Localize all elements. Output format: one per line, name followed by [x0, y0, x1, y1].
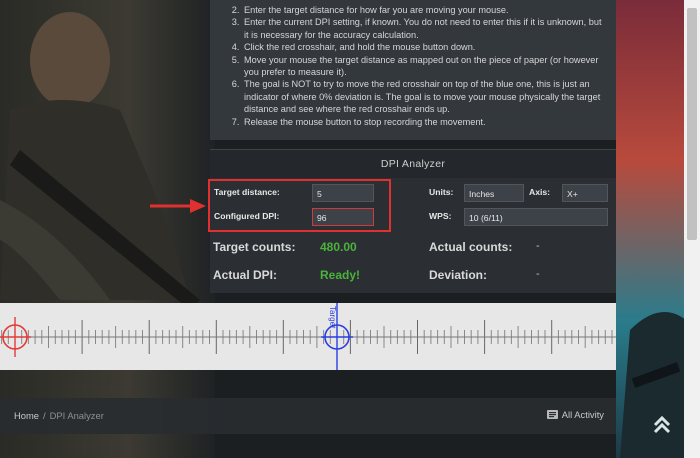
activity-feed-icon — [546, 410, 558, 419]
actual-counts-label: Actual counts: — [429, 240, 513, 254]
instruction-item: Move your mouse the target distance as m… — [242, 54, 608, 79]
instruction-item: The goal is NOT to try to move the red c… — [242, 78, 608, 115]
target-counts-value: 480.00 — [320, 240, 357, 254]
instruction-item: Enter the target distance for how far yo… — [242, 4, 608, 16]
right-figure — [620, 312, 686, 458]
axis-label: Axis: — [529, 187, 551, 197]
analyzer-title: DPI Analyzer — [210, 150, 616, 178]
wps-select[interactable]: 10 (6/11) — [464, 208, 608, 226]
all-activity-label: All Activity — [561, 409, 604, 420]
all-activity-link[interactable]: All Activity — [546, 409, 604, 420]
breadcrumb-current: DPI Analyzer — [49, 410, 104, 421]
soldier-head — [30, 12, 110, 108]
page-scrollbar[interactable] — [684, 0, 700, 458]
ruler-graphic: Target — [0, 303, 616, 370]
units-label: Units: — [429, 187, 454, 197]
breadcrumb-home[interactable]: Home — [14, 410, 39, 421]
instruction-item: Click the red crosshair, and hold the mo… — [242, 41, 608, 53]
instructions-panel: Enter the target distance for how far yo… — [210, 0, 616, 140]
target-counts-label: Target counts: — [213, 240, 296, 254]
annotation-arrow-icon — [150, 199, 206, 213]
breadcrumb: Home / DPI Analyzer — [14, 410, 104, 421]
breadcrumb-separator: / — [43, 410, 46, 421]
units-select[interactable]: Inches — [464, 184, 524, 202]
instruction-item: Enter the current DPI setting, if known.… — [242, 16, 608, 41]
ruler-track[interactable]: Target — [0, 303, 616, 370]
chevron-up-icon[interactable] — [650, 412, 674, 436]
instruction-item: Release the mouse button to stop recordi… — [242, 116, 608, 128]
deviation-value: - — [536, 268, 540, 280]
instructions-list: Enter the target distance for how far yo… — [230, 4, 608, 128]
actual-counts-value: - — [536, 240, 540, 252]
footer-bar: Home / DPI Analyzer All Activity — [0, 398, 616, 434]
actual-dpi-label: Actual DPI: — [213, 268, 278, 282]
target-label: Target — [328, 306, 337, 329]
scrollbar-thumb[interactable] — [687, 8, 697, 240]
wps-label: WPS: — [429, 211, 452, 221]
axis-select[interactable]: X+ — [562, 184, 608, 202]
actual-dpi-value: Ready! — [320, 268, 361, 282]
red-crosshair[interactable] — [0, 317, 31, 357]
deviation-label: Deviation: — [429, 268, 488, 282]
annotation-highlight-box — [208, 179, 391, 232]
